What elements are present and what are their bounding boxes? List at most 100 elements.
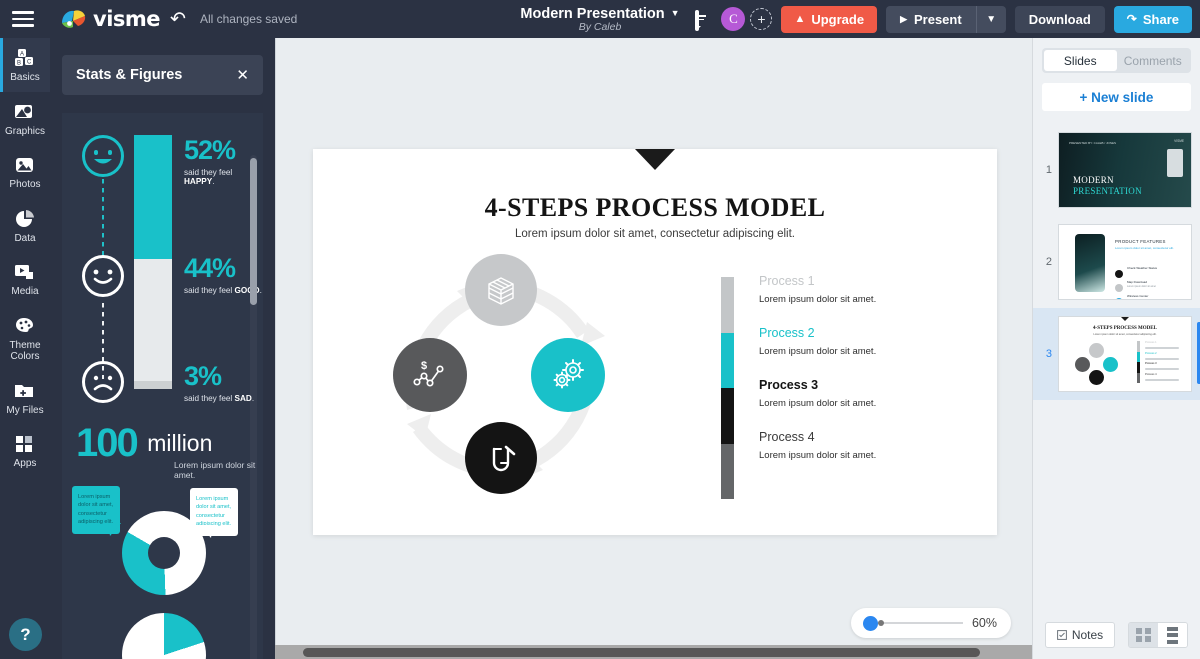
process-step-item[interactable]: Process 1 Lorem ipsum dolor sit amet. — [759, 274, 954, 326]
process-step-item[interactable]: Process 4 Lorem ipsum dolor sit amet. — [759, 430, 954, 482]
slide-title[interactable]: 4-STEPS PROCESS MODEL — [313, 193, 997, 223]
thumb-step-label: Process 3 — [1145, 362, 1157, 365]
new-slide-button[interactable]: + New slide — [1042, 83, 1191, 111]
sidebar-item-my-files[interactable]: My Files — [0, 371, 50, 425]
process-node-1[interactable] — [465, 254, 537, 326]
process-cycle-diagram[interactable]: $ — [331, 254, 671, 519]
pie-chart-icon — [0, 208, 50, 230]
zoom-slider[interactable] — [865, 622, 963, 624]
media-icon — [0, 261, 50, 283]
panel-scrollbar-thumb[interactable] — [250, 158, 257, 305]
slide-thumbnail-3[interactable]: 4-STEPS PROCESS MODEL Lorem ipsum dolor … — [1058, 316, 1192, 392]
download-button[interactable]: Download — [1015, 6, 1105, 33]
share-arrow-icon: ↷ — [1127, 12, 1137, 26]
sidebar-item-theme-colors[interactable]: Theme Colors — [0, 306, 50, 371]
cube-icon — [483, 272, 519, 308]
gears-icon — [548, 357, 588, 393]
step-description: Lorem ipsum dolor sit amet. — [759, 346, 954, 357]
slide-thumbnail-row-selected[interactable]: 3 4-STEPS PROCESS MODEL Lorem ipsum dolo… — [1033, 308, 1200, 400]
step-bar-3 — [721, 388, 734, 444]
step-bar-4 — [721, 444, 734, 500]
slide-thumbnail-row[interactable]: 1 PRESENTED BY: CALEB / JONES VISME MODE… — [1033, 124, 1200, 216]
zoom-tick-dot — [878, 620, 884, 626]
asset-donut-chart[interactable]: Lorem ipsum dolor sit amet, consectetur … — [62, 483, 263, 658]
sidebar-item-label: Media — [0, 286, 50, 298]
help-button[interactable]: ? — [9, 618, 42, 651]
horizontal-scrollbar-track[interactable] — [275, 645, 1032, 659]
thumb-bullet: Wireless Center Lorem ipsum dolor sit am… — [1115, 284, 1156, 300]
sidebar-item-media[interactable]: Media — [0, 252, 50, 306]
neutral-face-icon — [82, 255, 124, 297]
avatar[interactable]: C — [721, 7, 745, 31]
asset-emoji-bar-chart[interactable]: 52% said they feel HAPPY. 44% said they … — [62, 113, 263, 413]
sidebar-item-data[interactable]: Data — [0, 199, 50, 253]
slide-subtitle[interactable]: Lorem ipsum dolor sit amet, consectetur … — [313, 228, 997, 240]
sidebar-item-graphics[interactable]: Graphics — [0, 92, 50, 146]
bar-segment-sad — [134, 381, 172, 389]
thumb-step-label: Process 4 — [1145, 373, 1157, 376]
photo-icon — [0, 154, 50, 176]
thumb-subheading: Lorem ipsum dolor sit amet, consectetur … — [1115, 246, 1174, 250]
list-view-icon[interactable] — [1158, 623, 1187, 647]
comment-icon[interactable] — [695, 12, 712, 27]
horizontal-scrollbar-thumb[interactable] — [303, 648, 980, 657]
top-bar-actions: C + ▲ Upgrade ▶ Present ▼ Download ↷ Sha… — [695, 0, 1192, 38]
process-step-item[interactable]: Process 2 Lorem ipsum dolor sit amet. — [759, 326, 954, 378]
view-mode-toggle — [1128, 622, 1188, 648]
slide-thumbnail-list: 1 PRESENTED BY: CALEB / JONES VISME MODE… — [1033, 124, 1200, 611]
bar-segment-good — [134, 259, 172, 381]
thumb-node-2 — [1103, 357, 1118, 372]
slide-thumbnail-1[interactable]: PRESENTED BY: CALEB / JONES VISME MODERN… — [1058, 132, 1192, 208]
slide-number: 1 — [1039, 164, 1052, 176]
brand-logo[interactable]: visme — [60, 7, 160, 31]
thumb-bullet-desc: Lorem ipsum dolor sit amet — [1127, 299, 1156, 300]
palette-icon — [0, 315, 50, 337]
slide-thumbnail-row[interactable]: 2 PRODUCT FEATURES Lorem ipsum dolor sit… — [1033, 216, 1200, 308]
svg-text:$: $ — [421, 360, 427, 372]
thumb-heading: PRODUCT FEATURES — [1115, 239, 1166, 244]
close-icon[interactable]: ✕ — [236, 68, 249, 83]
sidebar-item-label: Data — [0, 233, 50, 245]
process-node-2[interactable] — [531, 338, 605, 412]
dashed-connector — [102, 179, 104, 257]
undo-icon[interactable]: ↶ — [170, 10, 186, 29]
tab-slides[interactable]: Slides — [1044, 50, 1117, 71]
notes-icon — [1057, 630, 1067, 640]
brand-name: visme — [93, 7, 160, 31]
hamburger-icon[interactable] — [0, 0, 46, 38]
thumb-subheading: Lorem ipsum dolor sit amet, consectetur … — [1059, 333, 1191, 336]
share-button[interactable]: ↷ Share — [1114, 6, 1192, 33]
add-user-icon[interactable]: + — [750, 8, 772, 30]
slide-canvas[interactable]: 4-STEPS PROCESS MODEL Lorem ipsum dolor … — [313, 149, 997, 535]
zoom-slider-handle[interactable] — [863, 616, 878, 631]
process-step-item[interactable]: Process 3 Lorem ipsum dolor sit amet. — [759, 378, 954, 430]
upgrade-button[interactable]: ▲ Upgrade — [781, 6, 877, 33]
big-stat-number: 100 — [76, 423, 137, 463]
chevron-down-icon[interactable]: ▼ — [671, 9, 680, 18]
slide-number: 3 — [1039, 348, 1052, 360]
step-name: Process 4 — [759, 430, 954, 444]
process-node-3[interactable] — [465, 422, 537, 494]
sidebar-item-apps[interactable]: Apps — [0, 424, 50, 478]
flame-icon: ▲ — [794, 13, 805, 25]
sidebar-item-label: Basics — [0, 72, 50, 84]
present-group: ▶ Present ▼ — [886, 6, 1006, 33]
present-button[interactable]: ▶ Present — [886, 6, 976, 33]
slide-thumbnail-2[interactable]: PRODUCT FEATURES Lorem ipsum dolor sit a… — [1058, 224, 1192, 300]
thumb-phone-image — [1075, 234, 1105, 292]
present-options-button[interactable]: ▼ — [976, 6, 1006, 33]
document-title-row[interactable]: Modern Presentation ▼ — [520, 6, 679, 22]
slides-panel-tabs: Slides Comments — [1042, 48, 1191, 73]
tab-comments[interactable]: Comments — [1117, 50, 1190, 71]
dollar-chart-icon: $ — [410, 357, 450, 393]
sidebar-item-basics[interactable]: A B C Basics — [0, 38, 50, 92]
graphics-icon — [0, 101, 50, 123]
triangle-icon — [635, 149, 675, 170]
asset-big-stat[interactable]: 100 million Lorem ipsum dolor sit amet. — [62, 413, 263, 483]
step-name: Process 2 — [759, 326, 954, 340]
process-node-4[interactable]: $ — [393, 338, 467, 412]
sidebar-item-photos[interactable]: Photos — [0, 145, 50, 199]
asset-panel-body: 52% said they feel HAPPY. 44% said they … — [62, 113, 263, 659]
notes-button[interactable]: Notes — [1045, 622, 1115, 648]
grid-view-icon[interactable] — [1129, 623, 1158, 647]
